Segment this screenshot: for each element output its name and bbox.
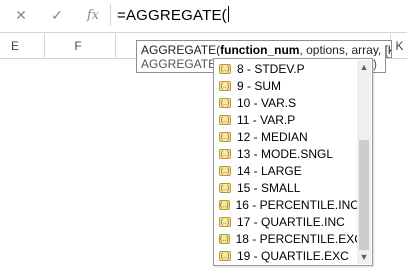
function-name[interactable]: AGGREGATE( — [141, 43, 220, 57]
column-header-e[interactable]: E — [0, 34, 30, 58]
list-item-label: 15 - SMALL — [237, 181, 301, 195]
list-item-label: 13 - MODE.SNGL — [237, 147, 334, 161]
list-item-label: 16 - PERCENTILE.INC — [235, 198, 359, 212]
list-item-label: 12 - MEDIAN — [237, 130, 308, 144]
function-icon: (..) — [219, 200, 230, 210]
list-item[interactable]: (..) 19 - QUARTILE.EXC — [216, 246, 356, 266]
formula-text: =AGGREGATE( — [117, 7, 227, 24]
function-icon: (..) — [219, 64, 231, 74]
dropdown-scrollbar[interactable]: ▲ ▼ — [357, 60, 371, 264]
current-argument[interactable]: function_num — [220, 43, 299, 57]
function-icon: (..) — [219, 217, 231, 227]
list-item-label: 9 - SUM — [237, 79, 282, 93]
function-icon: (..) — [219, 149, 231, 159]
list-item-label: 10 - VAR.S — [237, 96, 297, 110]
formula-bar-divider — [0, 32, 407, 33]
function-icon: (..) — [219, 251, 231, 261]
list-item-label: 19 - QUARTILE.EXC — [237, 249, 349, 263]
formula-input[interactable]: =AGGREGATE( — [117, 6, 229, 24]
insert-function-button[interactable]: fx — [82, 4, 104, 26]
remaining-arguments: , options, array, [k]) — [299, 43, 392, 57]
function-icon: (..) — [219, 98, 231, 108]
column-divider[interactable] — [44, 34, 45, 58]
text-caret — [227, 6, 229, 22]
formula-bar: ✕ ✓ fx =AGGREGATE( — [0, 0, 407, 32]
scrollbar-thumb[interactable] — [359, 140, 369, 250]
list-item-label: 8 - STDEV.P — [237, 62, 305, 76]
close-icon[interactable]: ✕ — [10, 4, 32, 26]
scroll-down-arrow-icon[interactable]: ▼ — [357, 250, 371, 264]
scroll-up-arrow-icon[interactable]: ▲ — [357, 60, 371, 74]
fx-icon: fx — [86, 7, 100, 23]
function-icon: (..) — [219, 234, 230, 244]
function-name-alt[interactable]: AGGREGATE( — [141, 57, 220, 71]
list-item-label: 11 - VAR.P — [237, 113, 296, 127]
column-header-f[interactable]: F — [60, 34, 96, 58]
function-icon: (..) — [219, 115, 231, 125]
column-header-k[interactable]: K — [392, 34, 407, 58]
list-item-label: 14 - LARGE — [237, 164, 302, 178]
function-icon: (..) — [219, 183, 231, 193]
column-divider[interactable] — [115, 34, 116, 58]
formula-bar-separator — [110, 4, 111, 26]
list-item-label: 18 - PERCENTILE.EXC — [235, 232, 363, 246]
function-icon: (..) — [219, 81, 231, 91]
signature-end: ) — [373, 57, 377, 71]
function-icon: (..) — [219, 132, 231, 142]
function-num-dropdown[interactable]: (..) 8 - STDEV.P (..) 9 - SUM (..) 10 - VAR… — [213, 58, 373, 266]
check-icon[interactable]: ✓ — [46, 4, 68, 26]
function-icon: (..) — [219, 166, 231, 176]
list-item-label: 17 - QUARTILE.INC — [237, 215, 345, 229]
